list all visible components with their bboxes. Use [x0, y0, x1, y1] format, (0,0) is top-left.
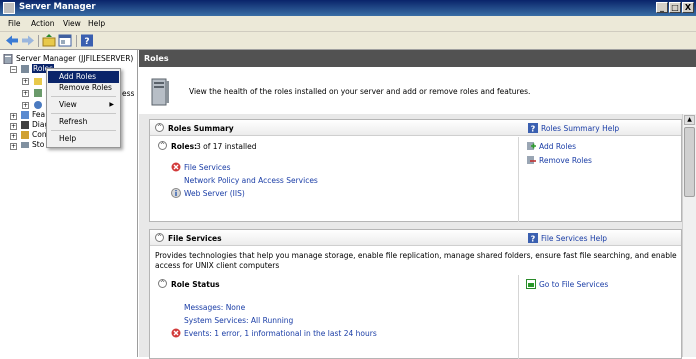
roles-count: 3 of 17 installed — [196, 142, 257, 151]
title-bar: Server Manager _ □ X — [0, 0, 696, 16]
scroll-up-arrow-icon[interactable]: ▲ — [684, 115, 695, 125]
configuration-icon — [21, 131, 29, 139]
file-services-title: File Services — [168, 234, 222, 243]
panel-divider — [518, 137, 519, 222]
window-title: Server Manager — [19, 2, 96, 12]
context-help[interactable]: Help — [48, 133, 119, 145]
tree-label-obscured: ess — [122, 89, 135, 98]
collapse-chevron-icon[interactable]: ^ — [158, 141, 167, 150]
content-area: ^ Roles Summary ? Roles Summary Help ^ R… — [139, 114, 682, 359]
expand-role-1-toggle[interactable]: + — [22, 78, 29, 85]
web-server-icon — [34, 101, 42, 109]
expand-role-2-toggle[interactable]: + — [22, 90, 29, 97]
context-remove-roles[interactable]: Remove Roles — [48, 82, 119, 94]
go-to-file-services-link[interactable]: Go to File Services — [539, 280, 608, 289]
server-tower-icon — [151, 78, 169, 106]
info-icon — [171, 188, 181, 198]
close-button[interactable]: X — [682, 2, 694, 13]
details-pane: Roles View the health of the roles insta… — [139, 50, 696, 359]
svg-text:?: ? — [531, 235, 536, 244]
role-status-title: Role Status — [171, 280, 220, 289]
toolbar: ? — [0, 32, 696, 50]
expand-configuration-toggle[interactable]: + — [10, 133, 17, 140]
pane-title: Roles — [144, 54, 169, 63]
tree-label-configuration: Con — [32, 130, 47, 139]
menu-bar: File Action View Help — [0, 16, 696, 32]
menu-file[interactable]: File — [8, 19, 21, 28]
forward-arrow-icon[interactable] — [21, 34, 35, 47]
context-view-label: View — [59, 100, 77, 109]
context-view[interactable]: View ▶ — [48, 99, 119, 111]
events-link[interactable]: Events: 1 error, 1 informational in the … — [184, 329, 377, 338]
collapse-chevron-icon[interactable]: ^ — [158, 279, 167, 288]
menu-view[interactable]: View — [63, 19, 81, 28]
intro-section: View the health of the roles installed o… — [139, 67, 696, 114]
file-services-header: ^ File Services ? File Services Help — [150, 230, 681, 246]
help-icon[interactable]: ? — [80, 34, 94, 47]
file-services-icon — [34, 78, 42, 85]
expand-storage-toggle[interactable]: + — [10, 143, 17, 150]
storage-icon — [21, 142, 29, 148]
context-separator — [51, 96, 116, 97]
roles-icon — [21, 65, 29, 73]
collapse-roles-toggle[interactable]: − — [10, 66, 17, 73]
vertical-scrollbar[interactable]: ▲ — [682, 114, 696, 357]
context-menu: Add Roles Remove Roles View ▶ Refresh He… — [46, 68, 121, 148]
roles-summary-help-link[interactable]: Roles Summary Help — [541, 124, 619, 133]
roles-summary-header: ^ Roles Summary ? Roles Summary Help — [150, 120, 681, 136]
error-icon — [171, 162, 181, 172]
expand-role-3-toggle[interactable]: + — [22, 102, 29, 109]
submenu-arrow-icon: ▶ — [109, 101, 114, 108]
up-folder-icon[interactable] — [42, 34, 56, 47]
restore-button[interactable]: □ — [669, 2, 681, 13]
file-services-panel: ^ File Services ? File Services Help Pro… — [149, 229, 682, 359]
svg-text:?: ? — [531, 125, 536, 134]
remove-roles-link[interactable]: Remove Roles — [539, 156, 592, 165]
menu-help[interactable]: Help — [88, 19, 105, 28]
add-roles-icon — [527, 142, 536, 150]
context-separator — [51, 130, 116, 131]
help-icon: ? — [528, 233, 538, 243]
error-icon — [171, 328, 181, 338]
expand-diagnostics-toggle[interactable]: + — [10, 123, 17, 130]
role-link-web-server[interactable]: Web Server (IIS) — [184, 189, 245, 198]
go-to-icon — [526, 279, 536, 289]
menu-action[interactable]: Action — [31, 19, 55, 28]
file-services-help-link[interactable]: File Services Help — [541, 234, 607, 243]
minimize-button[interactable]: _ — [656, 2, 668, 13]
role-link-file-services[interactable]: File Services — [184, 163, 231, 172]
file-services-description: Provides technologies that help you mana… — [155, 251, 677, 270]
tree-label-storage: Sto — [32, 140, 45, 149]
scroll-thumb[interactable] — [684, 127, 695, 197]
show-hide-console-tree-icon[interactable] — [58, 34, 72, 47]
pane-header: Roles — [139, 50, 696, 67]
tree-label-features: Fea — [32, 110, 46, 119]
roles-summary-panel: ^ Roles Summary ? Roles Summary Help ^ R… — [149, 119, 682, 222]
messages-link[interactable]: Messages: None — [184, 303, 245, 312]
collapse-chevron-icon[interactable]: ^ — [155, 123, 164, 132]
expand-features-toggle[interactable]: + — [10, 113, 17, 120]
diagnostics-icon — [21, 121, 29, 129]
server-manager-app-icon — [3, 2, 15, 14]
intro-text: View the health of the roles installed o… — [189, 87, 531, 96]
server-icon — [3, 54, 13, 64]
collapse-chevron-icon[interactable]: ^ — [155, 233, 164, 242]
back-arrow-icon[interactable] — [5, 34, 19, 47]
context-refresh[interactable]: Refresh — [48, 116, 119, 128]
role-link-network-policy[interactable]: Network Policy and Access Services — [184, 176, 318, 185]
context-separator — [51, 113, 116, 114]
svg-text:?: ? — [84, 37, 89, 47]
help-icon: ? — [528, 123, 538, 133]
panel-divider — [518, 275, 519, 359]
network-policy-icon — [34, 89, 42, 97]
roles-summary-title: Roles Summary — [168, 124, 234, 133]
add-roles-link[interactable]: Add Roles — [539, 142, 576, 151]
remove-roles-icon — [527, 156, 536, 164]
tree-label-server-manager: Server Manager (JJFILESERVER) — [16, 54, 134, 63]
features-icon — [21, 111, 29, 119]
roles-label: Roles: — [171, 142, 198, 151]
system-services-link[interactable]: System Services: All Running — [184, 316, 293, 325]
